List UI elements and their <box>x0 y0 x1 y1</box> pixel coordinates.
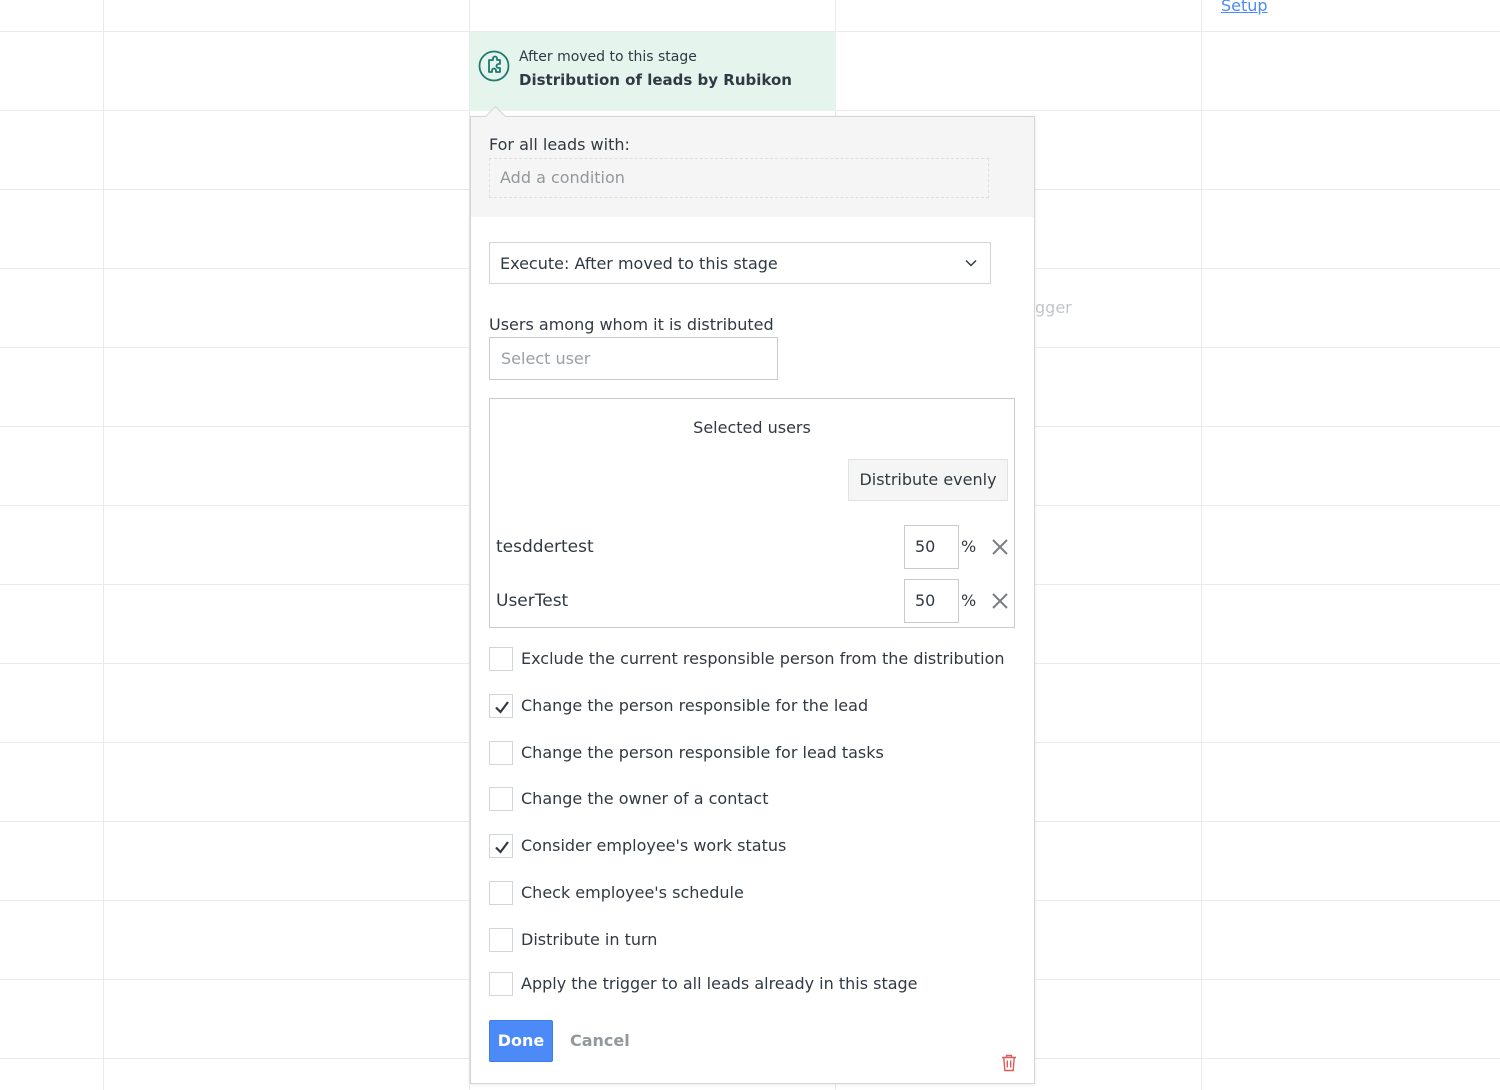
checkbox-label: Change the owner of a contact <box>521 789 769 808</box>
column-divider <box>103 0 104 1090</box>
selected-users-panel: Selected users Distribute evenly tesdder… <box>489 398 1015 628</box>
cancel-button[interactable]: Cancel <box>570 1031 630 1050</box>
trigger-card[interactable]: After moved to this stage Distribution o… <box>470 32 836 111</box>
option-exclude-current-responsible[interactable]: Exclude the current responsible person f… <box>489 647 1029 673</box>
option-change-lead-responsible[interactable]: Change the person responsible for the le… <box>489 694 1029 720</box>
checkbox[interactable] <box>489 694 513 718</box>
user-name: tesddertest <box>496 537 594 557</box>
conditions-label: For all leads with: <box>489 135 630 154</box>
checkbox[interactable] <box>489 928 513 952</box>
trigger-settings-popup: For all leads with: Add a condition Exec… <box>470 116 1035 1084</box>
option-check-schedule[interactable]: Check employee's schedule <box>489 881 1029 907</box>
percent-input[interactable]: 50 <box>904 525 959 569</box>
distribute-evenly-button[interactable]: Distribute evenly <box>848 459 1008 501</box>
checkbox-label: Change the person responsible for the le… <box>521 696 869 715</box>
percent-sign: % <box>961 537 977 556</box>
done-button[interactable]: Done <box>489 1020 553 1062</box>
trigger-subtitle: After moved to this stage <box>519 49 697 65</box>
percent-input[interactable]: 50 <box>904 579 959 623</box>
checkbox-label: Apply the trigger to all leads already i… <box>521 974 918 993</box>
checkbox[interactable] <box>489 881 513 905</box>
conditions-section: For all leads with: Add a condition <box>471 117 1034 217</box>
checkbox-label: Distribute in turn <box>521 930 658 949</box>
checkbox-label: Exclude the current responsible person f… <box>521 649 1005 668</box>
checkbox[interactable] <box>489 972 513 996</box>
close-icon[interactable] <box>991 592 1009 610</box>
puzzle-icon <box>478 50 510 82</box>
checkbox-label: Change the person responsible for lead t… <box>521 743 884 762</box>
checkbox[interactable] <box>489 787 513 811</box>
trash-icon[interactable] <box>1001 1054 1017 1072</box>
close-icon[interactable] <box>991 538 1009 556</box>
column-divider <box>1201 0 1202 1090</box>
option-apply-to-existing-leads[interactable]: Apply the trigger to all leads already i… <box>489 972 1029 998</box>
checkbox[interactable] <box>489 834 513 858</box>
selected-user-row: UserTest 50 % <box>490 579 1014 623</box>
option-change-task-responsible[interactable]: Change the person responsible for lead t… <box>489 741 1029 767</box>
checkbox[interactable] <box>489 647 513 671</box>
chevron-down-icon <box>965 259 977 267</box>
option-consider-work-status[interactable]: Consider employee's work status <box>489 834 1029 860</box>
select-user-input[interactable]: Select user <box>489 337 778 380</box>
checkbox[interactable] <box>489 741 513 765</box>
trigger-title: Distribution of leads by Rubikon <box>519 71 792 89</box>
checkmark-icon <box>495 841 509 854</box>
checkmark-icon <box>495 701 509 714</box>
checkbox-label: Check employee's schedule <box>521 883 744 902</box>
selected-users-title: Selected users <box>693 418 811 437</box>
setup-link[interactable]: Setup <box>1221 0 1268 15</box>
user-name: UserTest <box>496 591 569 611</box>
percent-sign: % <box>961 591 977 610</box>
execute-select-value: Execute: After moved to this stage <box>500 254 778 273</box>
users-label: Users among whom it is distributed <box>489 315 774 334</box>
add-condition-button[interactable]: Add a condition <box>489 158 989 198</box>
execute-select[interactable]: Execute: After moved to this stage <box>489 242 991 284</box>
selected-user-row: tesddertest 50 % <box>490 525 1014 569</box>
checkbox-label: Consider employee's work status <box>521 836 787 855</box>
option-distribute-in-turn[interactable]: Distribute in turn <box>489 928 1029 954</box>
option-change-contact-owner[interactable]: Change the owner of a contact <box>489 787 1029 813</box>
